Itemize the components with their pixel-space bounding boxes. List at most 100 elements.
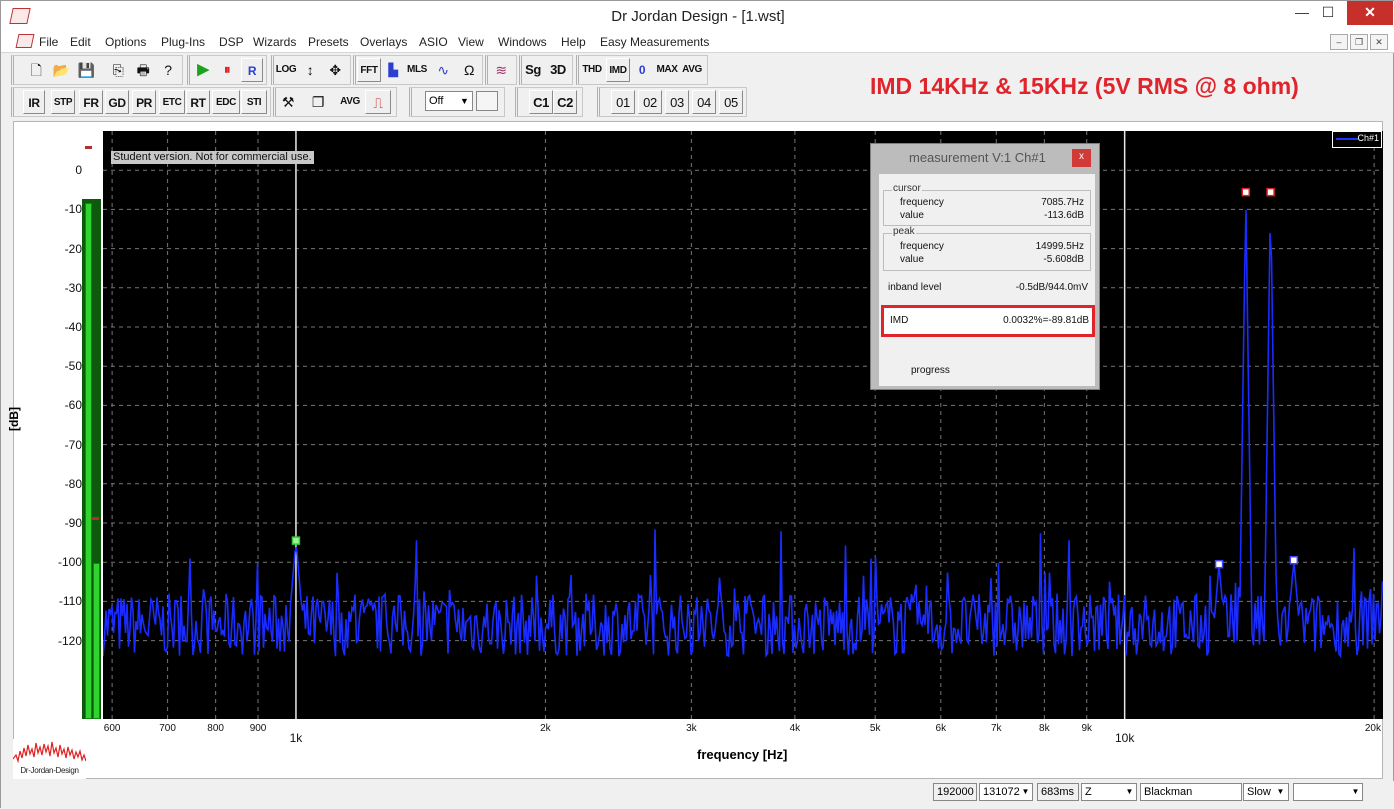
menu-asio[interactable]: ASIO — [419, 35, 448, 49]
waveform-icon[interactable]: ∿ — [431, 58, 455, 82]
fr-button[interactable]: FR — [79, 90, 103, 114]
menu-dsp[interactable]: DSP — [219, 35, 244, 49]
max-button[interactable]: MAX — [655, 58, 679, 82]
duration-field: 683ms — [1037, 783, 1079, 801]
menu-windows[interactable]: Windows — [498, 35, 547, 49]
thd-button[interactable]: THD — [580, 58, 604, 82]
pause-icon[interactable]: ⏸ — [216, 58, 238, 82]
student-version-banner: Student version. Not for commercial use. — [111, 151, 314, 164]
mdi-restore-button[interactable]: ❐ — [1350, 34, 1368, 50]
x-tick-label: 700 — [159, 723, 176, 734]
spectrum-chart[interactable] — [103, 131, 1383, 719]
menu-wizards[interactable]: Wizards — [253, 35, 296, 49]
peak-marker — [1214, 559, 1224, 569]
ohm-icon[interactable]: Ω — [457, 58, 481, 82]
gd-button[interactable]: GD — [105, 90, 129, 114]
etc-button[interactable]: ETC — [159, 90, 185, 114]
status-bar: 192000 131072 ▼ 683ms Z ▼ Blackman Slow … — [1, 781, 1394, 809]
spectrum-trace — [103, 209, 1383, 659]
document-icon[interactable] — [15, 34, 35, 48]
window-function-field[interactable]: Blackman — [1140, 783, 1242, 801]
sti-button[interactable]: STI — [241, 90, 267, 114]
measurement-dialog[interactable]: measurement V:1 Ch#1 x cursor frequency … — [870, 143, 1100, 390]
help-icon[interactable]: ? — [157, 58, 179, 82]
chevron-down-icon[interactable]: ▼ — [1274, 784, 1287, 800]
print-icon[interactable]: 🖶 — [132, 58, 154, 82]
preset-03-button[interactable]: 03 — [665, 90, 689, 114]
spectrum-plot[interactable] — [103, 131, 1383, 719]
level-meter-left — [85, 203, 92, 719]
copy-icon[interactable]: ⎘ — [107, 58, 129, 82]
maximize-button[interactable]: ☐ — [1311, 1, 1345, 25]
log-button[interactable]: LOG — [273, 58, 299, 82]
close-button[interactable]: ✕ — [1347, 1, 1393, 25]
pr-button[interactable]: PR — [132, 90, 156, 114]
chevron-down-icon[interactable]: ▼ — [1019, 784, 1032, 800]
menu-options[interactable]: Options — [105, 35, 146, 49]
menu-edit[interactable]: Edit — [70, 35, 91, 49]
sg-button[interactable]: Sg — [522, 58, 544, 82]
imd-button[interactable]: IMD — [606, 58, 630, 82]
record-button[interactable]: R — [241, 58, 263, 82]
bar-chart-icon[interactable]: ▙ — [382, 58, 404, 82]
hammer-icon[interactable]: ⚒ — [277, 90, 299, 114]
logo-waveform-icon — [12, 741, 87, 764]
mdi-minimize-button[interactable]: – — [1330, 34, 1348, 50]
cursor-value: -113.6dB — [1044, 210, 1084, 221]
avg-toggle-button[interactable]: AVG — [337, 90, 363, 114]
vertical-zoom-icon[interactable]: ↕ — [299, 58, 321, 82]
mls-button[interactable]: MLS — [405, 58, 429, 82]
channel-c2-button[interactable]: C2 — [553, 90, 577, 114]
y-tick-label: -20 — [64, 241, 82, 256]
preset-05-button[interactable]: 05 — [719, 90, 743, 114]
logo-text: Dr-Jordan-Design — [20, 766, 79, 775]
peak-frequency-value: 14999.5Hz — [1035, 241, 1084, 252]
new-file-icon[interactable]: 🗋 — [25, 58, 47, 82]
dialog-close-button[interactable]: x — [1072, 149, 1091, 167]
preset-04-button[interactable]: 04 — [692, 90, 716, 114]
play-icon[interactable]: ▶ — [191, 58, 215, 82]
rt-button[interactable]: RT — [186, 90, 210, 114]
edc-button[interactable]: EDC — [212, 90, 240, 114]
y-axis-title: [dB] — [7, 407, 21, 431]
level-meter-right — [93, 563, 100, 719]
cursor-frequency-label: frequency — [900, 197, 944, 208]
chevron-down-icon[interactable]: ▼ — [1123, 784, 1136, 800]
dialog-title: measurement V:1 Ch#1 — [909, 150, 1046, 165]
overlay-wave-icon[interactable]: ≋ — [489, 58, 513, 82]
channel-c1-button[interactable]: C1 — [529, 90, 553, 114]
y-tick-label: -100 — [57, 555, 82, 570]
menu-file[interactable]: File — [39, 35, 58, 49]
menu-presets[interactable]: Presets — [308, 35, 349, 49]
pulse-icon[interactable]: ⎍ — [365, 90, 391, 114]
peak-marker — [1241, 187, 1250, 197]
avg-button[interactable]: AVG — [680, 58, 704, 82]
mdi-close-button[interactable]: ✕ — [1370, 34, 1388, 50]
cursor-group: cursor frequency 7085.7Hz value -113.6dB — [883, 183, 1091, 226]
chevron-down-icon[interactable]: ▼ — [1349, 784, 1362, 800]
copy-window-icon[interactable]: ❐ — [307, 90, 329, 114]
stp-button[interactable]: STP — [51, 90, 75, 114]
chevron-down-icon[interactable]: ▼ — [457, 92, 472, 110]
ir-button[interactable]: IR — [23, 90, 45, 114]
window-title: Dr Jordan Design - [1.wst] — [611, 8, 785, 25]
move-icon[interactable]: ✥ — [323, 58, 347, 82]
fft-button[interactable]: FFT — [357, 58, 381, 82]
open-folder-icon[interactable]: 📂 — [50, 58, 72, 82]
imd-value: 0.0032%=-89.81dB — [1003, 315, 1089, 326]
inband-level-label: inband level — [888, 282, 942, 293]
3d-button[interactable]: 3D — [547, 58, 569, 82]
y-tick-label: -80 — [64, 476, 82, 491]
menu-overlays[interactable]: Overlays — [360, 35, 407, 49]
menu-plug-ins[interactable]: Plug-Ins — [161, 35, 205, 49]
menu-view[interactable]: View — [458, 35, 484, 49]
preset-02-button[interactable]: 02 — [638, 90, 662, 114]
peak-group: peak frequency 14999.5Hz value -5.608dB — [883, 226, 1091, 271]
menu-help[interactable]: Help — [561, 35, 586, 49]
x-tick-label: 800 — [207, 723, 224, 734]
zero-button[interactable]: 0 — [631, 58, 653, 82]
preset-01-button[interactable]: 01 — [611, 90, 635, 114]
menu-easy-measurements[interactable]: Easy Measurements — [600, 35, 709, 49]
weighting-extra-box[interactable] — [476, 91, 498, 111]
save-icon[interactable]: 💾 — [75, 58, 97, 82]
